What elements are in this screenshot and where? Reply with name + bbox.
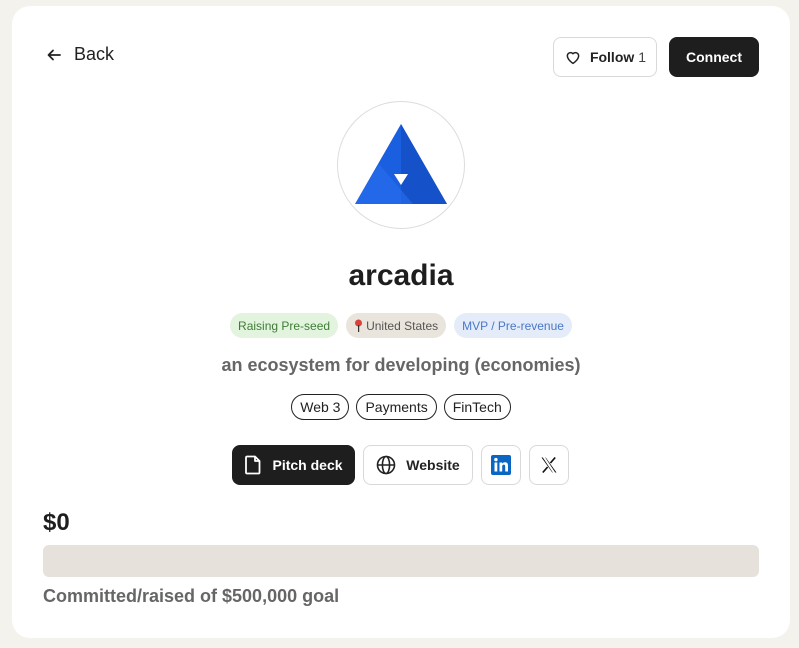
map-pin-icon xyxy=(355,319,363,332)
company-profile-card: Back Follow 1 Connect arcadia Raising Pr… xyxy=(12,6,790,638)
location-badge: United States xyxy=(346,313,447,338)
company-logo xyxy=(337,101,465,229)
pitch-deck-button[interactable]: Pitch deck xyxy=(232,445,355,485)
website-button[interactable]: Website xyxy=(363,445,473,485)
stage-badge-label: MVP / Pre-revenue xyxy=(462,318,564,333)
arcadia-triangle-logo-icon xyxy=(355,124,447,204)
follow-count: 1 xyxy=(638,49,647,65)
x-icon xyxy=(541,456,557,474)
document-icon xyxy=(245,455,261,475)
industry-tags: Web 3 Payments FinTech xyxy=(12,394,790,420)
raising-badge-label: Raising Pre-seed xyxy=(238,318,331,333)
fundraising-progress-bar xyxy=(43,545,759,577)
tag-web3: Web 3 xyxy=(291,394,350,420)
raised-amount: $0 xyxy=(43,509,70,536)
raising-badge: Raising Pre-seed xyxy=(230,313,339,338)
globe-icon xyxy=(376,455,396,475)
arrow-left-icon xyxy=(47,49,61,60)
location-badge-label: United States xyxy=(366,318,439,333)
status-badges: Raising Pre-seed United States MVP / Pre… xyxy=(12,313,790,338)
pitch-deck-label: Pitch deck xyxy=(272,457,343,473)
goal-text: Committed/raised of $500,000 goal xyxy=(43,586,340,606)
connect-button[interactable]: Connect xyxy=(669,37,759,77)
follow-button[interactable]: Follow 1 xyxy=(553,37,657,77)
company-links: Pitch deck Website xyxy=(232,445,569,485)
tag-fintech: FinTech xyxy=(443,394,511,420)
back-button[interactable]: Back xyxy=(46,44,114,65)
follow-label: Follow xyxy=(589,49,635,65)
tag-payments: Payments xyxy=(356,394,437,420)
stage-badge: MVP / Pre-revenue xyxy=(454,313,572,338)
back-label: Back xyxy=(74,44,115,64)
x-button[interactable] xyxy=(529,445,569,485)
company-tagline: an ecosystem for developing (economies) xyxy=(221,355,581,375)
company-name: arcadia xyxy=(348,259,454,292)
linkedin-button[interactable] xyxy=(481,445,521,485)
heart-icon xyxy=(566,51,580,65)
website-label: Website xyxy=(406,457,460,473)
linkedin-icon xyxy=(491,455,511,475)
